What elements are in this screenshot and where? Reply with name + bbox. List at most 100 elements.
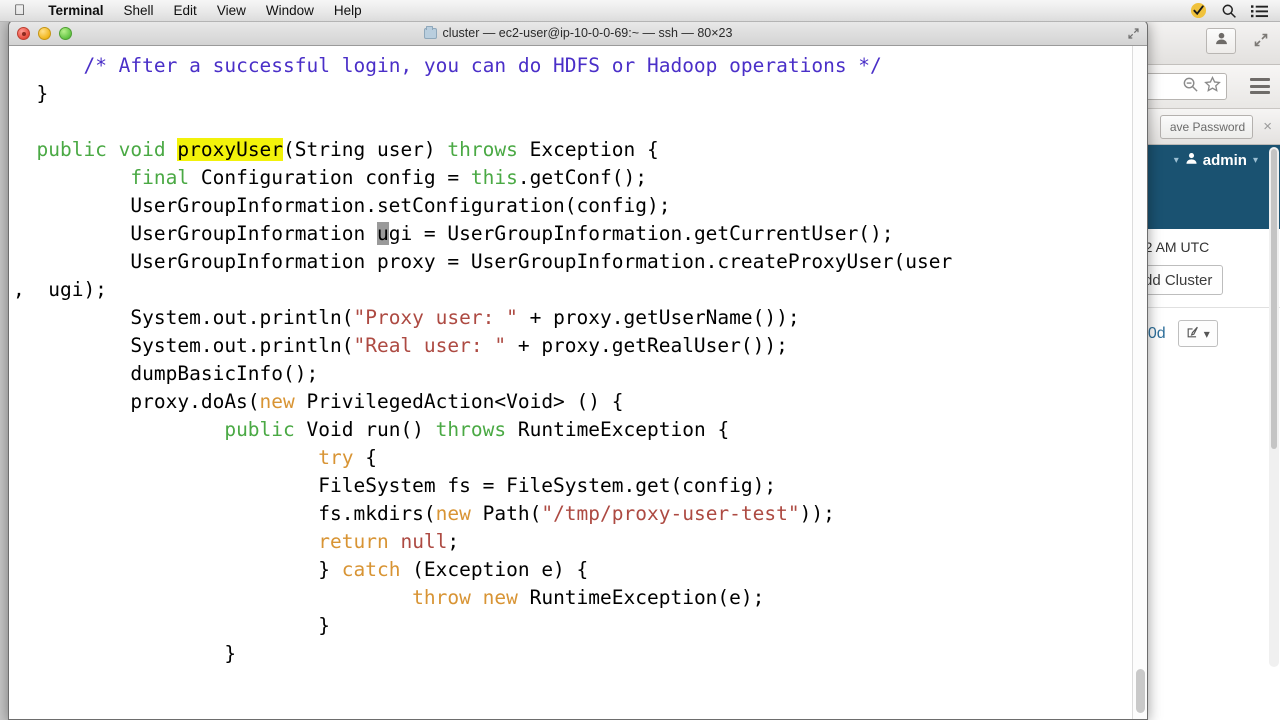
code-token: UserGroupInformation <box>13 222 377 245</box>
doorhanger-close-icon[interactable]: × <box>1259 119 1276 134</box>
navbar-right-caret-icon[interactable]: ▾ <box>1253 151 1258 171</box>
browser-page-content: ▾ admin ▾ :12 AM UTC dd Cluster 30d ▾ <box>1129 145 1280 720</box>
code-token-kw2: new <box>435 502 471 525</box>
terminal-content[interactable]: /* After a successful login, you can do … <box>9 46 1147 719</box>
terminal-window: cluster — ec2-user@ip-10-0-0-69:~ — ssh … <box>8 20 1148 720</box>
spotlight-search-icon[interactable] <box>1221 3 1237 19</box>
terminal-scrollbar[interactable] <box>1132 46 1147 719</box>
code-token: (Exception e) { <box>400 558 589 581</box>
menu-item-view[interactable]: View <box>207 3 256 18</box>
edit-range-caret-icon: ▾ <box>1203 326 1210 341</box>
code-line: } <box>13 640 1147 668</box>
browser-titlebar <box>1129 20 1280 65</box>
code-token-hl: proxyUser <box>177 138 284 161</box>
person-icon <box>1185 151 1198 171</box>
page-scrollbar[interactable] <box>1269 147 1279 667</box>
save-password-button[interactable]: ave Password <box>1159 114 1254 139</box>
vim-status-line: 40,25-32 54% <box>9 706 1147 719</box>
menu-item-shell[interactable]: Shell <box>114 3 164 18</box>
code-line: System.out.println("Real user: " + proxy… <box>13 332 1147 360</box>
code-line: UserGroupInformation proxy = UserGroupIn… <box>13 248 1147 276</box>
app-body: :12 AM UTC dd Cluster 30d ▾ <box>1129 229 1280 347</box>
browser-navigation-toolbar <box>1129 65 1280 109</box>
code-token: UserGroupInformation proxy = UserGroupIn… <box>13 250 953 273</box>
resize-handle-icon[interactable] <box>1134 706 1146 718</box>
code-token: System.out.println( <box>13 334 354 357</box>
code-token: , <box>13 278 37 301</box>
menu-item-edit[interactable]: Edit <box>164 3 207 18</box>
save-password-doorhanger: ave Password × <box>1129 109 1280 145</box>
pencil-square-icon <box>1186 325 1200 342</box>
code-line: fs.mkdirs(new Path("/tmp/proxy-user-test… <box>13 500 1147 528</box>
code-token: (String user) <box>283 138 448 161</box>
admin-user-menu[interactable]: admin <box>1185 151 1247 171</box>
code-line: dumpBasicInfo(); <box>13 360 1147 388</box>
code-token-cmt: /* After a successful login, you can do … <box>83 54 882 77</box>
code-token: } <box>13 614 330 637</box>
code-token: ugi); <box>36 278 107 301</box>
code-token: } <box>13 82 49 105</box>
notification-center-icon[interactable] <box>1251 4 1268 18</box>
code-token: gi = UserGroupInformation.getCurrentUser… <box>388 222 894 245</box>
fullscreen-button[interactable] <box>1250 32 1272 52</box>
terminal-fullscreen-icon[interactable] <box>1127 27 1140 40</box>
navbar-left-caret-icon[interactable]: ▾ <box>1174 151 1179 171</box>
terminal-title: cluster — ec2-user@ip-10-0-0-69:~ — ssh … <box>423 25 733 40</box>
code-line: public Void run() throws RuntimeExceptio… <box>13 416 1147 444</box>
menu-item-help[interactable]: Help <box>324 3 372 18</box>
minimize-button[interactable] <box>38 27 51 40</box>
code-token: RuntimeException(e); <box>517 586 765 609</box>
background-browser-window: ave Password × ▾ admin ▾ :12 AM UTC dd C… <box>1128 20 1280 720</box>
divider <box>1131 307 1280 308</box>
code-buffer[interactable]: /* After a successful login, you can do … <box>9 52 1147 668</box>
code-line: } <box>13 612 1147 640</box>
code-line: FileSystem fs = FileSystem.get(config); <box>13 472 1147 500</box>
app-navbar: ▾ admin ▾ <box>1129 145 1280 229</box>
code-token-kw: throws <box>435 418 507 441</box>
terminal-title-text: cluster — ec2-user@ip-10-0-0-69:~ — ssh … <box>442 26 733 40</box>
menu-item-terminal[interactable]: Terminal <box>38 3 113 18</box>
code-token: FileSystem fs = FileSystem.get(config); <box>13 474 777 497</box>
code-line: try { <box>13 444 1147 472</box>
zoom-out-magnifier-icon[interactable] <box>1182 76 1199 98</box>
code-token-cur: u <box>376 222 389 245</box>
code-token: } <box>13 642 237 665</box>
code-token-kw: public void <box>36 138 178 161</box>
code-token-str: "Real user: " <box>353 334 507 357</box>
code-token: Configuration config = <box>189 166 471 189</box>
code-token-kw2: catch <box>341 558 401 581</box>
code-line: } <box>13 80 1147 108</box>
zoom-button[interactable] <box>59 27 72 40</box>
code-token: UserGroupInformation.setConfiguration(co… <box>13 194 671 217</box>
code-line: final Configuration config = this.getCon… <box>13 164 1147 192</box>
code-token-kw: throws <box>447 138 518 161</box>
code-token: + proxy.getRealUser()); <box>506 334 788 357</box>
fullscreen-arrows-icon <box>1253 32 1269 53</box>
code-line: throw new RuntimeException(e); <box>13 584 1147 612</box>
code-line: System.out.println("Proxy user: " + prox… <box>13 304 1147 332</box>
time-range-row: 30d ▾ <box>1131 320 1280 347</box>
terminal-titlebar[interactable]: cluster — ec2-user@ip-10-0-0-69:~ — ssh … <box>9 21 1147 46</box>
code-token-kw2: throw new <box>412 586 518 609</box>
code-line: proxy.doAs(new PrivilegedAction<Void> ()… <box>13 388 1147 416</box>
screen-root: ave Password × ▾ admin ▾ :12 AM UTC dd C… <box>0 0 1280 720</box>
code-token-kw: this <box>470 166 518 189</box>
menu-bar-status-icons <box>1190 2 1280 19</box>
menu-item-window[interactable]: Window <box>256 3 324 18</box>
code-token-kw2: try <box>318 446 354 469</box>
account-button[interactable] <box>1206 28 1236 54</box>
close-button[interactable] <box>17 27 30 40</box>
edit-range-button[interactable]: ▾ <box>1177 320 1218 347</box>
code-token: } <box>13 558 342 581</box>
hamburger-menu-icon[interactable] <box>1250 78 1270 94</box>
code-token-str: null <box>400 530 448 553</box>
checkmark-badge-icon[interactable] <box>1190 2 1207 19</box>
code-line: } catch (Exception e) { <box>13 556 1147 584</box>
star-bookmark-icon[interactable] <box>1204 75 1221 98</box>
apple-logo-icon[interactable]:  <box>0 3 38 18</box>
code-token-kw2: return <box>318 530 389 553</box>
admin-label: admin <box>1202 152 1247 169</box>
